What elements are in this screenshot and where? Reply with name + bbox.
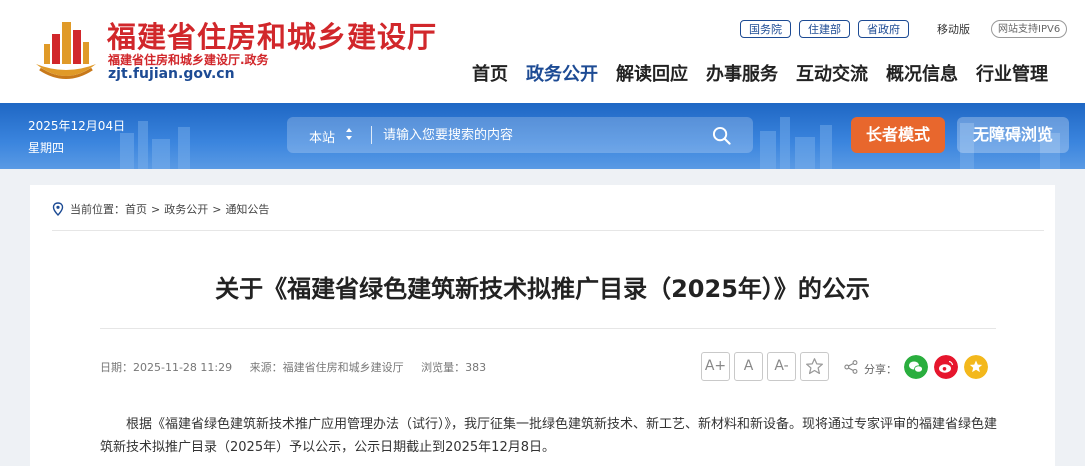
ipv6-badge: 网站支持IPV6 bbox=[991, 20, 1068, 38]
site-title[interactable]: 福建省住房和城乡建设厅 bbox=[107, 14, 437, 56]
share-icon bbox=[844, 360, 858, 374]
top-links: 国务院 住建部 省政府 bbox=[740, 20, 909, 38]
breadcrumb-notices[interactable]: 通知公告 bbox=[225, 201, 269, 217]
search-divider bbox=[371, 126, 372, 144]
site-domain: zjt.fujian.gov.cn bbox=[108, 66, 235, 82]
article-meta: 日期：2025-11-28 11:29 来源：福建省住房和城乡建设厅 浏览量：3… bbox=[100, 359, 500, 375]
search-scope-select[interactable]: 本站 bbox=[309, 127, 335, 146]
site-header: 福建省住房和城乡建设厅 福建省住房和城乡建设厅.政务 zjt.fujian.go… bbox=[0, 0, 1085, 103]
nav-overview[interactable]: 概况信息 bbox=[886, 60, 958, 86]
article-body: 根据《福建省绿色建筑新技术推广应用管理办法（试行）》，我厅征集一批绿色建筑新技术… bbox=[100, 417, 998, 455]
article-source: 来源：福建省住房和城乡建设厅 bbox=[249, 361, 404, 374]
current-date: 2025年12月04日 bbox=[28, 119, 126, 133]
weibo-share-icon[interactable] bbox=[934, 355, 958, 379]
breadcrumb-home[interactable]: 首页 bbox=[125, 201, 147, 217]
scope-updown-icon bbox=[346, 128, 352, 140]
favorite-share-icon[interactable] bbox=[964, 355, 988, 379]
current-weekday: 星期四 bbox=[28, 141, 65, 155]
nav-industry[interactable]: 行业管理 bbox=[976, 60, 1048, 86]
share-label: 分享： bbox=[864, 363, 897, 376]
nav-services[interactable]: 办事服务 bbox=[706, 60, 778, 86]
search-icon[interactable] bbox=[712, 126, 731, 145]
search-input[interactable] bbox=[383, 123, 683, 147]
star-outline-icon bbox=[805, 358, 824, 375]
search-banner: 2025年12月04日 星期四 本站 长者模式 无障碍浏览 bbox=[0, 103, 1085, 169]
accessible-browse-button[interactable]: 无障碍浏览 bbox=[957, 117, 1069, 153]
breadcrumb-gov-affairs[interactable]: 政务公开 bbox=[164, 201, 208, 217]
search-box: 本站 bbox=[287, 117, 753, 153]
breadcrumb: 当前位置： 首页 > 政务公开 > 通知公告 bbox=[52, 201, 269, 217]
nav-gov-affairs[interactable]: 政务公开 bbox=[526, 60, 598, 86]
site-logo-icon[interactable] bbox=[30, 14, 102, 86]
nav-interpretation[interactable]: 解读回应 bbox=[616, 60, 688, 86]
location-pin-icon bbox=[52, 202, 64, 216]
nav-interaction[interactable]: 互动交流 bbox=[796, 60, 868, 86]
link-state-council[interactable]: 国务院 bbox=[740, 20, 791, 38]
elder-mode-button[interactable]: 长者模式 bbox=[851, 117, 945, 153]
nav-home[interactable]: 首页 bbox=[472, 60, 508, 86]
article-card: 当前位置： 首页 > 政务公开 > 通知公告 关于《福建省绿色建筑新技术拟推广目… bbox=[30, 185, 1055, 466]
publish-date: 日期：2025-11-28 11:29 bbox=[100, 361, 233, 374]
link-mohurd[interactable]: 住建部 bbox=[799, 20, 850, 38]
view-count: 浏览量：383 bbox=[421, 361, 487, 374]
article-title: 关于《福建省绿色建筑新技术拟推广目录（2025年）》的公示 bbox=[215, 275, 870, 303]
title-divider bbox=[100, 328, 996, 329]
link-provincial-gov[interactable]: 省政府 bbox=[858, 20, 909, 38]
breadcrumb-separator: > bbox=[212, 202, 222, 216]
main-nav: 首页 政务公开 解读回应 办事服务 互动交流 概况信息 行业管理 bbox=[472, 60, 1048, 86]
mobile-version-link[interactable]: 移动版 bbox=[937, 21, 970, 37]
font-increase-button[interactable]: A+ bbox=[701, 352, 730, 381]
wechat-share-icon[interactable] bbox=[904, 355, 928, 379]
breadcrumb-separator: > bbox=[151, 202, 161, 216]
favorite-button[interactable] bbox=[800, 352, 829, 381]
font-default-button[interactable]: A bbox=[734, 352, 763, 381]
breadcrumb-prefix: 当前位置： bbox=[70, 203, 125, 216]
font-decrease-button[interactable]: A- bbox=[767, 352, 796, 381]
breadcrumb-divider bbox=[52, 230, 1044, 231]
